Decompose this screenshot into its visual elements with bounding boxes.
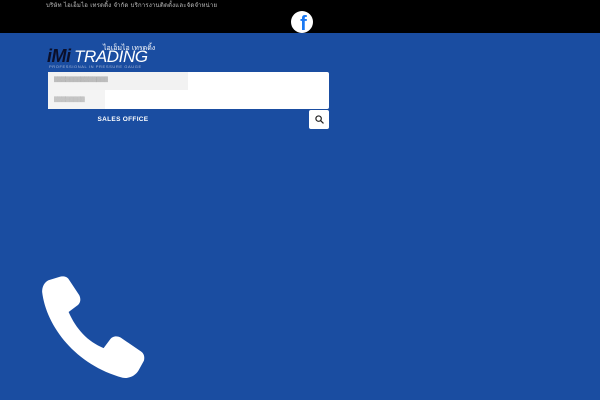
sales-office-button[interactable]: SALES OFFICE [48,112,198,128]
logo-imi: iMi [47,46,71,66]
facebook-icon[interactable]: f [291,11,313,33]
panel-bottom-row[interactable]: ▒▒▒▒▒▒▒▒ [48,90,105,109]
header-panel: ▒▒▒▒▒▒▒▒▒▒▒▒▒▒ ▒▒▒▒▒▒▒▒ [48,72,329,109]
panel-bottom-row-text: ▒▒▒▒▒▒▒▒ [54,97,85,103]
topbar-text: บริษัท ไอเอ็มไอ เทรดดิ้ง จำกัด บริการงาน… [46,2,218,9]
facebook-glyph: f [300,13,307,33]
panel-top-row[interactable]: ▒▒▒▒▒▒▒▒▒▒▒▒▒▒ [48,72,188,90]
panel-top-row-text: ▒▒▒▒▒▒▒▒▒▒▒▒▒▒ [54,77,108,83]
logo-tagline: PROFESSIONAL IN PRESSURE GAUGE [49,64,142,69]
logo-trading: TRADING [74,47,148,66]
phone-icon[interactable] [40,276,146,382]
search-button[interactable] [309,110,329,129]
search-icon [314,115,324,124]
top-bar: บริษัท ไอเอ็มไอ เทรดดิ้ง จำกัด บริการงาน… [0,0,600,33]
site-logo[interactable]: ไอเอ็มไอ เทรดดิ้ง iMi TRADING PROFESSION… [47,43,157,71]
